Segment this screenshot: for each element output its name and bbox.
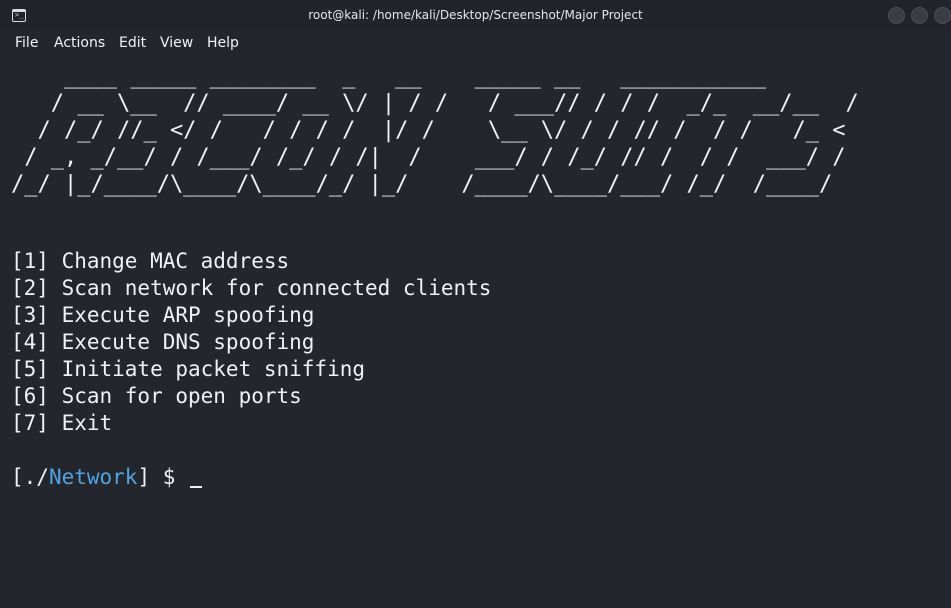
option-arp-spoofing: [3] Execute ARP spoofing <box>11 303 315 327</box>
close-button[interactable] <box>934 7 951 24</box>
text-cursor <box>190 486 203 488</box>
menu-edit[interactable]: Edit <box>119 31 146 55</box>
maximize-button[interactable] <box>911 7 928 24</box>
option-dns-spoofing: [4] Execute DNS spoofing <box>11 330 315 354</box>
menu-actions[interactable]: Actions <box>54 31 105 55</box>
prompt-prefix: [./ <box>11 465 49 489</box>
title-bar[interactable]: >_ root@kali: /home/kali/Desktop/Screens… <box>0 0 951 32</box>
option-port-scan: [6] Scan for open ports <box>11 384 302 408</box>
command-prompt[interactable]: [./Network] $ <box>11 464 203 491</box>
terminal-window: >_ root@kali: /home/kali/Desktop/Screens… <box>0 0 951 608</box>
prompt-suffix: ] $ <box>137 465 189 489</box>
option-change-mac: [1] Change MAC address <box>11 249 290 273</box>
minimize-button[interactable] <box>888 7 905 24</box>
option-packet-sniffing: [5] Initiate packet sniffing <box>11 357 366 381</box>
menu-file[interactable]: File <box>15 31 38 55</box>
menu-help[interactable]: Help <box>207 31 239 55</box>
menu-view[interactable]: View <box>160 31 193 55</box>
banner-line: ____ _____ ________ _ __ _____ __ ______… <box>11 64 766 89</box>
banner-line: / _, _/__/ / /___/ /_/ / /| / ___/ / /_/… <box>11 145 846 170</box>
banner-line: / __ \__ // ____/ __ \/ | / / / ___// / … <box>11 91 859 116</box>
prompt-directory: Network <box>48 465 138 489</box>
option-scan-network: [2] Scan network for connected clients <box>11 276 492 300</box>
window-title: root@kali: /home/kali/Desktop/Screenshot… <box>308 8 643 22</box>
terminal-output[interactable]: ____ _____ ________ _ __ _____ __ ______… <box>0 55 951 608</box>
banner-line: /_/ |_/____/\____/\____/_/ |_/ /____/\__… <box>11 172 833 197</box>
menu-bar: File Actions Edit View Help <box>0 31 951 55</box>
banner-line: / /_/ //_ </ / / / / / |/ / \__ \/ / / /… <box>11 118 846 143</box>
option-exit: [7] Exit <box>11 411 113 435</box>
ascii-banner: ____ _____ ________ _ __ _____ __ ______… <box>11 63 859 198</box>
options-list: [1] Change MAC address [2] Scan network … <box>11 248 491 437</box>
